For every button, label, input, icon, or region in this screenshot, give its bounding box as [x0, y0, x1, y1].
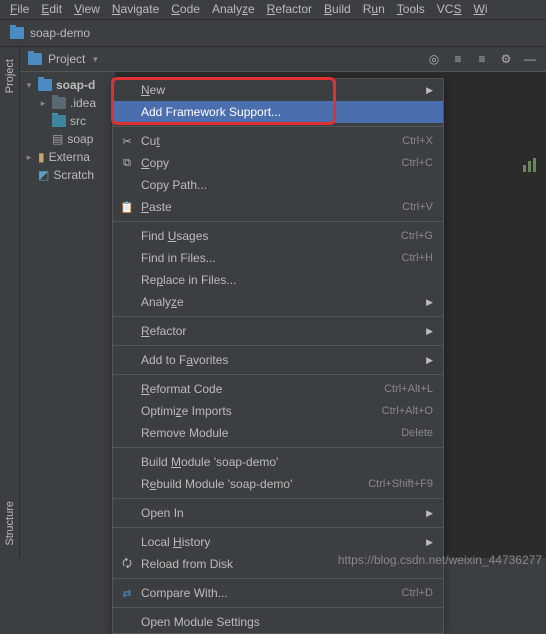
- tree-root[interactable]: ▾ soap-d: [20, 76, 115, 94]
- project-icon: [28, 53, 42, 65]
- menu-separator: [113, 126, 443, 127]
- menu-item-reformat[interactable]: Reformat CodeCtrl+Alt+L: [113, 378, 443, 400]
- tree-item-external[interactable]: ▸ ▮ Externa: [20, 148, 115, 166]
- menu-item-compare[interactable]: ⇄ Compare With...Ctrl+D: [113, 582, 443, 604]
- menu-item-add-framework[interactable]: Add Framework Support...: [113, 101, 443, 123]
- folder-icon: [52, 97, 66, 109]
- menu-item-find-in-files[interactable]: Find in Files...Ctrl+H: [113, 247, 443, 269]
- target-icon[interactable]: ◎: [426, 51, 442, 67]
- compare-icon: ⇄: [119, 585, 135, 601]
- menu-separator: [113, 374, 443, 375]
- menu-separator: [113, 498, 443, 499]
- menu-item-analyze[interactable]: Analyze▶: [113, 291, 443, 313]
- tree-item-src[interactable]: src: [20, 112, 115, 130]
- minimize-icon[interactable]: —: [522, 51, 538, 67]
- menu-code[interactable]: Code: [165, 2, 206, 17]
- paste-icon: 📋: [119, 199, 135, 215]
- chevron-right-icon: ▶: [426, 537, 433, 548]
- menu-separator: [113, 345, 443, 346]
- chevron-right-icon: ▶: [426, 326, 433, 337]
- collapse-icon[interactable]: ≡: [474, 51, 490, 67]
- menu-run[interactable]: Run: [357, 2, 391, 17]
- chevron-right-icon: ▶: [426, 297, 433, 308]
- menu-item-build-module[interactable]: Build Module 'soap-demo': [113, 451, 443, 473]
- menu-separator: [113, 607, 443, 608]
- library-icon: ▮: [38, 150, 45, 164]
- menu-separator: [113, 316, 443, 317]
- menu-file[interactable]: File: [4, 2, 35, 17]
- menu-item-refactor[interactable]: Refactor▶: [113, 320, 443, 342]
- menu-item-open-in[interactable]: Open In▶: [113, 502, 443, 524]
- chevron-down-icon[interactable]: ▼: [91, 55, 99, 64]
- menu-analyze[interactable]: Analyze: [206, 2, 261, 17]
- project-tree[interactable]: ▾ soap-d ▸ .idea src ▤ soap: [20, 72, 115, 558]
- breadcrumb-project: soap-demo: [30, 26, 90, 40]
- menu-build[interactable]: Build: [318, 2, 357, 17]
- menu-item-optimize[interactable]: Optimize ImportsCtrl+Alt+O: [113, 400, 443, 422]
- menu-item-new[interactable]: New▶: [113, 79, 443, 101]
- menu-separator: [113, 578, 443, 579]
- context-menu[interactable]: New▶ Add Framework Support... ✂ CutCtrl+…: [112, 78, 444, 634]
- menu-navigate[interactable]: Navigate: [106, 2, 165, 17]
- menu-tools[interactable]: Tools: [391, 2, 431, 17]
- tree-item-idea[interactable]: ▸ .idea: [20, 94, 115, 112]
- menu-item-local-history[interactable]: Local History▶: [113, 531, 443, 553]
- gear-icon[interactable]: ⚙: [498, 51, 514, 67]
- sidebar-left: Project Structure: [0, 47, 20, 558]
- chevron-right-icon[interactable]: ▸: [24, 152, 34, 163]
- menu-vcs[interactable]: VCS: [431, 2, 468, 17]
- menubar[interactable]: File Edit View Navigate Code Analyze Ref…: [0, 0, 546, 20]
- expand-icon[interactable]: ≡: [450, 51, 466, 67]
- menu-separator: [113, 447, 443, 448]
- tree-item-scratches[interactable]: ◩ Scratch: [20, 166, 115, 184]
- menu-item-open-module-settings[interactable]: Open Module Settings: [113, 611, 443, 633]
- menu-separator: [113, 527, 443, 528]
- menu-item-cut[interactable]: ✂ CutCtrl+X: [113, 130, 443, 152]
- copy-icon: ⧉: [119, 155, 135, 171]
- menu-item-find-usages[interactable]: Find UsagesCtrl+G: [113, 225, 443, 247]
- menu-edit[interactable]: Edit: [35, 2, 68, 17]
- folder-icon: [52, 115, 66, 127]
- breadcrumb: soap-demo: [0, 20, 546, 47]
- menu-window[interactable]: Wi: [467, 2, 493, 17]
- project-toolbar: Project ▼ ◎ ≡ ≡ ⚙ —: [20, 47, 546, 72]
- chevron-right-icon: ▶: [426, 85, 433, 96]
- folder-icon: [10, 27, 24, 39]
- chevron-right-icon[interactable]: ▸: [38, 98, 48, 109]
- menu-separator: [113, 221, 443, 222]
- sidebar-tab-structure[interactable]: Structure: [2, 497, 18, 550]
- menu-item-rebuild-module[interactable]: Rebuild Module 'soap-demo'Ctrl+Shift+F9: [113, 473, 443, 495]
- menu-view[interactable]: View: [68, 2, 106, 17]
- menu-item-copy[interactable]: ⧉ CopyCtrl+C: [113, 152, 443, 174]
- menu-item-paste[interactable]: 📋 PasteCtrl+V: [113, 196, 443, 218]
- sidebar-tab-project[interactable]: Project: [2, 55, 18, 97]
- watermark: https://blog.csdn.net/weixin_44736277: [338, 553, 542, 567]
- reload-icon: 🗘: [119, 556, 135, 572]
- chart-icon: [522, 157, 538, 173]
- menu-item-replace-in-files[interactable]: Replace in Files...: [113, 269, 443, 291]
- menu-refactor[interactable]: Refactor: [261, 2, 318, 17]
- folder-icon: [38, 79, 52, 91]
- menu-item-remove-module[interactable]: Remove ModuleDelete: [113, 422, 443, 444]
- tree-item-soap[interactable]: ▤ soap: [20, 130, 115, 148]
- menu-item-copy-path[interactable]: Copy Path...: [113, 174, 443, 196]
- menu-item-favorites[interactable]: Add to Favorites▶: [113, 349, 443, 371]
- chevron-down-icon[interactable]: ▾: [24, 80, 34, 91]
- file-icon: ▤: [52, 132, 63, 146]
- chevron-right-icon: ▶: [426, 355, 433, 366]
- scratch-icon: ◩: [38, 168, 49, 182]
- project-dropdown-label[interactable]: Project: [48, 52, 85, 66]
- chevron-right-icon: ▶: [426, 508, 433, 519]
- cut-icon: ✂: [119, 133, 135, 149]
